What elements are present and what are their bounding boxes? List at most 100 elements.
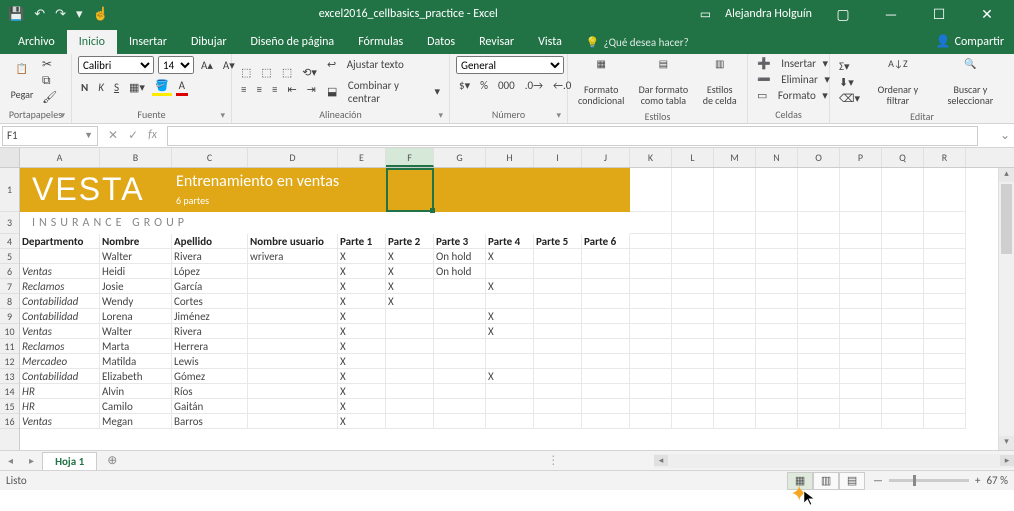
cell[interactable]: [924, 324, 966, 339]
cell[interactable]: [582, 294, 630, 309]
cell[interactable]: [840, 294, 882, 309]
autosum-icon[interactable]: Σ▾: [836, 59, 863, 74]
cell[interactable]: Ventas: [20, 264, 100, 279]
cell[interactable]: López: [172, 264, 248, 279]
zoom-out-button[interactable]: —: [873, 474, 883, 487]
cell[interactable]: [882, 324, 924, 339]
align-left-icon[interactable]: ≡: [238, 82, 249, 97]
cell[interactable]: [630, 294, 672, 309]
cell[interactable]: [756, 309, 798, 324]
cell[interactable]: Elizabeth: [100, 369, 172, 384]
find-select-button[interactable]: 🔍Buscar y seleccionar: [933, 56, 1008, 108]
cell[interactable]: [486, 384, 534, 399]
row-header[interactable]: 15: [0, 399, 19, 414]
cell[interactable]: [840, 264, 882, 279]
cell[interactable]: [840, 369, 882, 384]
dialog-launcher-icon[interactable]: ▾: [556, 110, 561, 121]
cell[interactable]: [630, 234, 672, 249]
cell[interactable]: [882, 414, 924, 429]
cell[interactable]: [434, 399, 486, 414]
cell[interactable]: [434, 294, 486, 309]
col-header-L[interactable]: L: [672, 148, 714, 167]
cell[interactable]: [248, 414, 338, 429]
cell[interactable]: [630, 399, 672, 414]
cell[interactable]: [672, 339, 714, 354]
cell[interactable]: [248, 369, 338, 384]
cell[interactable]: [248, 384, 338, 399]
col-header-R[interactable]: R: [924, 148, 966, 167]
bold-button[interactable]: N: [78, 80, 91, 95]
format-painter-icon[interactable]: 🖌: [42, 90, 57, 105]
cell[interactable]: [798, 339, 840, 354]
col-header-F[interactable]: F: [386, 148, 434, 167]
align-center-icon[interactable]: ≡: [253, 82, 264, 97]
col-header-I[interactable]: I: [534, 148, 582, 167]
cell[interactable]: [582, 264, 630, 279]
worksheet[interactable]: 1345678910111213141516 ABCDEFGHIJKLMNOPQ…: [0, 148, 1014, 450]
sort-filter-button[interactable]: A↓ZOrdenar y filtrar: [867, 56, 929, 108]
cell[interactable]: X: [338, 324, 386, 339]
col-header-K[interactable]: K: [630, 148, 672, 167]
cell[interactable]: Barros: [172, 414, 248, 429]
cell[interactable]: [840, 399, 882, 414]
cell[interactable]: Heidi: [100, 264, 172, 279]
name-box[interactable]: F1▼: [2, 126, 98, 146]
cell[interactable]: [798, 354, 840, 369]
cell[interactable]: [924, 339, 966, 354]
cell[interactable]: HR: [20, 384, 100, 399]
cell[interactable]: [630, 354, 672, 369]
font-name-select[interactable]: Calibri: [78, 56, 154, 74]
indent-inc-icon[interactable]: ⇥: [304, 82, 319, 97]
align-bottom-icon[interactable]: ⬚: [279, 65, 295, 80]
cell[interactable]: [924, 369, 966, 384]
cell[interactable]: [582, 309, 630, 324]
percent-icon[interactable]: %: [477, 78, 491, 93]
cell[interactable]: [756, 294, 798, 309]
cell[interactable]: Contabilidad: [20, 294, 100, 309]
row-header[interactable]: 6: [0, 264, 19, 279]
cell[interactable]: Mercadeo: [20, 354, 100, 369]
cut-icon[interactable]: ✂: [42, 57, 57, 72]
cell[interactable]: X: [338, 309, 386, 324]
cell[interactable]: [840, 324, 882, 339]
cell[interactable]: Parte 5: [534, 234, 582, 249]
cell[interactable]: [582, 339, 630, 354]
row-header[interactable]: 11: [0, 339, 19, 354]
cell[interactable]: [882, 309, 924, 324]
cell[interactable]: Matilda: [100, 354, 172, 369]
expand-formula-icon[interactable]: ⌄: [996, 128, 1014, 143]
cell[interactable]: [924, 309, 966, 324]
cell[interactable]: [630, 309, 672, 324]
row-header[interactable]: 3: [0, 212, 19, 234]
cell[interactable]: [798, 324, 840, 339]
cell[interactable]: [630, 264, 672, 279]
cell[interactable]: [434, 279, 486, 294]
cell[interactable]: [582, 399, 630, 414]
cell[interactable]: [630, 249, 672, 264]
tab-split-icon[interactable]: ⋮: [547, 453, 559, 468]
cell[interactable]: [486, 354, 534, 369]
vertical-scrollbar[interactable]: ▴ ▾: [998, 168, 1014, 450]
row-header[interactable]: 16: [0, 414, 19, 429]
fx-icon[interactable]: fx: [148, 128, 157, 143]
maximize-icon[interactable]: ☐: [922, 6, 956, 23]
cell[interactable]: Parte 2: [386, 234, 434, 249]
zoom-thumb[interactable]: [913, 475, 916, 486]
orientation-icon[interactable]: ⟲▾: [299, 65, 320, 80]
cell[interactable]: [434, 324, 486, 339]
qat-dropdown-icon[interactable]: ▾: [76, 7, 83, 22]
cell[interactable]: [630, 384, 672, 399]
cell[interactable]: [756, 414, 798, 429]
cancel-formula-icon[interactable]: ✕: [108, 128, 118, 143]
cell[interactable]: X: [338, 249, 386, 264]
cell[interactable]: [672, 414, 714, 429]
row-header[interactable]: 13: [0, 369, 19, 384]
cell[interactable]: [534, 399, 582, 414]
cell[interactable]: [386, 369, 434, 384]
cell[interactable]: [672, 384, 714, 399]
cell[interactable]: X: [338, 294, 386, 309]
cell[interactable]: [924, 234, 966, 249]
row-header[interactable]: 14: [0, 384, 19, 399]
zoom-percent[interactable]: 67 %: [986, 474, 1008, 487]
horizontal-scrollbar[interactable]: ◂ ▸: [654, 454, 1014, 468]
